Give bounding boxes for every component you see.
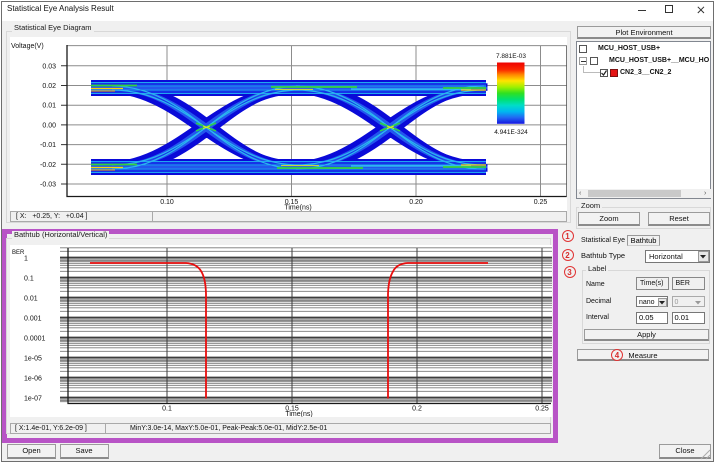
svg-text:0.001: 0.001	[24, 315, 42, 322]
svg-text:1: 1	[24, 255, 28, 262]
svg-text:0.01: 0.01	[42, 103, 56, 110]
svg-text:Time(ns): Time(ns)	[285, 411, 312, 417]
svg-text:1e-05: 1e-05	[24, 355, 42, 362]
svg-text:1e-06: 1e-06	[24, 375, 42, 382]
svg-text:0.25: 0.25	[535, 406, 549, 413]
svg-text:0.2: 0.2	[412, 406, 422, 413]
svg-text:0.03: 0.03	[42, 63, 56, 70]
svg-text:BER: BER	[12, 250, 25, 256]
svg-text:-0.01: -0.01	[40, 142, 56, 149]
svg-text:-0.03: -0.03	[40, 182, 56, 189]
svg-text:4.941E-324: 4.941E-324	[494, 129, 528, 136]
svg-text:1e-07: 1e-07	[24, 395, 42, 402]
svg-text:7.881E-03: 7.881E-03	[496, 53, 526, 60]
svg-text:0.0001: 0.0001	[24, 335, 46, 342]
svg-text:Voltage(V): Voltage(V)	[11, 43, 44, 50]
svg-text:0.10: 0.10	[160, 199, 174, 206]
svg-text:-0.02: -0.02	[40, 162, 56, 169]
svg-text:0.01: 0.01	[24, 295, 38, 302]
svg-text:0.02: 0.02	[42, 83, 56, 90]
svg-text:0.1: 0.1	[162, 406, 172, 413]
svg-text:0.20: 0.20	[409, 199, 423, 206]
svg-text:0.1: 0.1	[24, 275, 34, 282]
svg-text:0.00: 0.00	[42, 122, 56, 129]
svg-text:0.25: 0.25	[534, 199, 548, 206]
